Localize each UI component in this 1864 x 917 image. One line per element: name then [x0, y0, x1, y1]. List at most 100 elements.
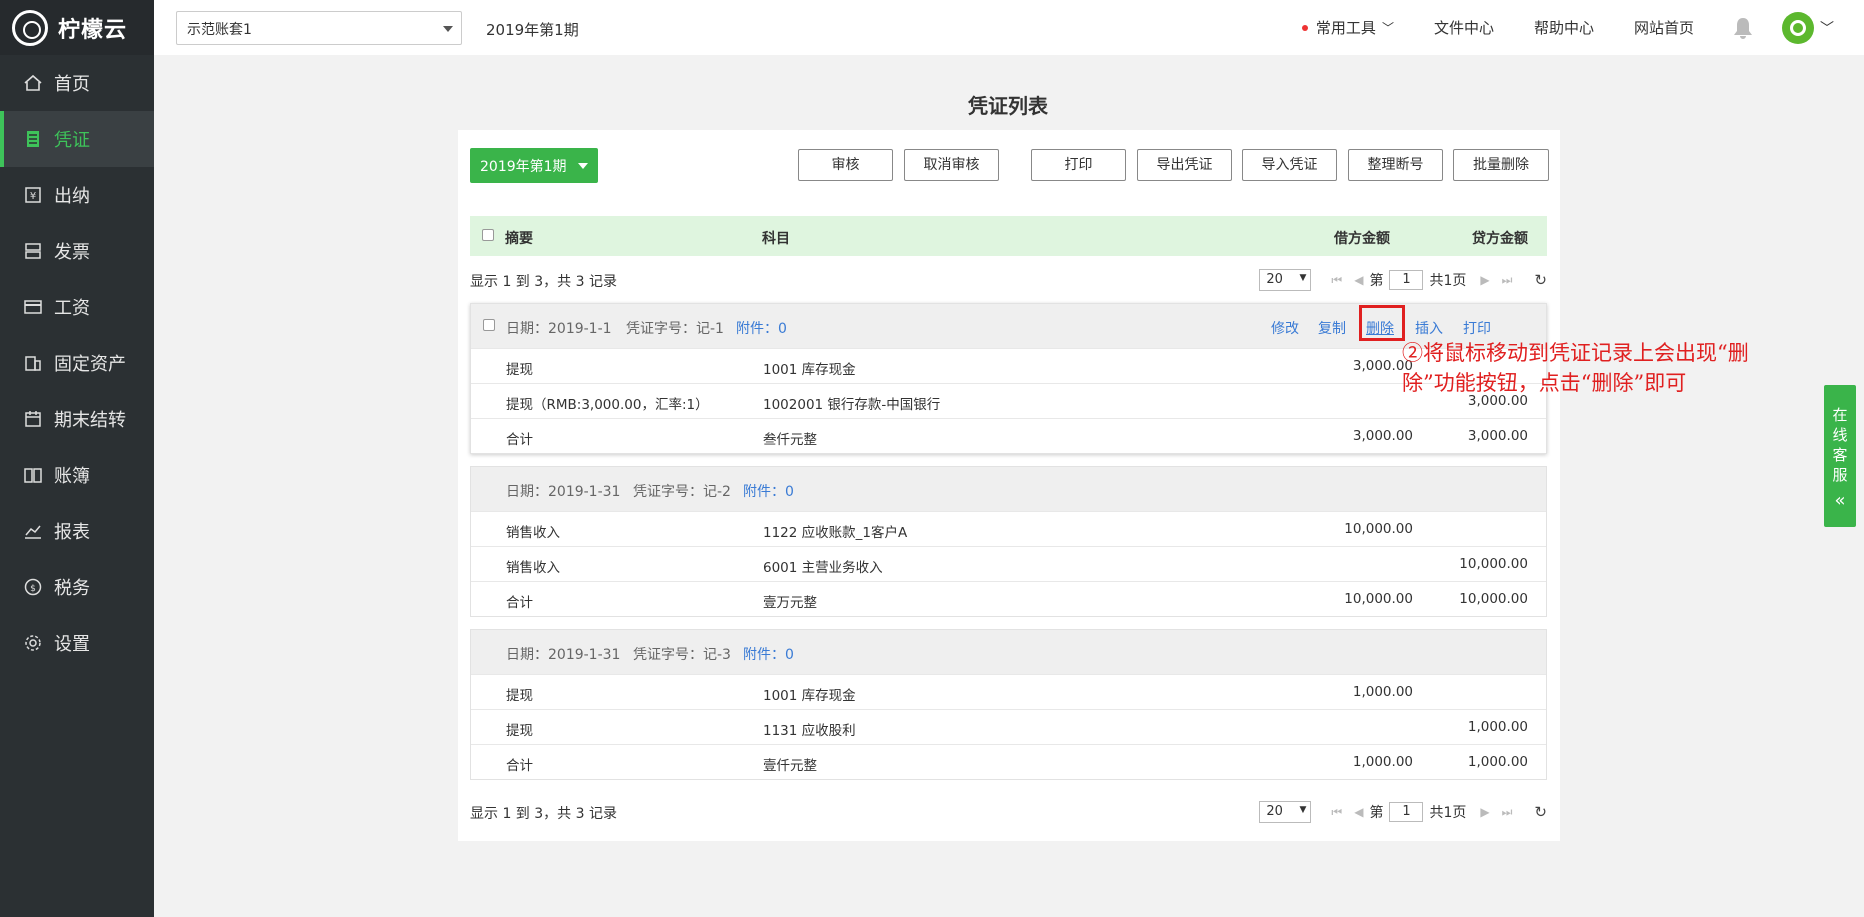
site-home-link[interactable]: 网站首页	[1634, 17, 1694, 38]
help-center-link[interactable]: 帮助中心	[1534, 17, 1594, 38]
renumber-button[interactable]: 整理断号	[1348, 149, 1443, 181]
entry-subject: 壹仟元整	[763, 758, 817, 774]
voucher-entry-row: 提现 1001 库存现金 3,000.00	[471, 348, 1546, 383]
print-link[interactable]: 打印	[1463, 318, 1491, 338]
page-size-select[interactable]: 20	[1259, 269, 1312, 291]
entry-summary: 合计	[506, 758, 533, 774]
bell-icon[interactable]	[1732, 16, 1754, 40]
last-page-icon[interactable]: ⏭	[1502, 805, 1513, 820]
first-page-icon[interactable]: ⏮	[1331, 805, 1342, 820]
common-tools-label: 常用工具	[1315, 19, 1376, 37]
online-service-tab[interactable]: 在线客服 «	[1824, 385, 1856, 527]
top-links: 常用工具 ﹀ 文件中心 帮助中心 网站首页 ﹀	[1301, 0, 1834, 55]
voucher-card[interactable]: 日期：2019-1-31 凭证字号：记-2 附件：0 销售收入 1122 应收账…	[470, 466, 1547, 617]
sidebar-item-cashier[interactable]: ¥ 出纳	[0, 167, 154, 223]
entry-debit: 1,000.00	[1352, 684, 1413, 700]
table-header: 摘要 科目 借方金额 贷方金额	[470, 216, 1547, 256]
pagination-bottom: 显示 1 到 3，共 3 记录 20 ⏮ ◀ 第 1 共1页 ▶ ⏭ ↻	[470, 797, 1547, 827]
sidebar-item-fixed-assets[interactable]: 固定资产	[0, 335, 154, 391]
edit-link[interactable]: 修改	[1271, 318, 1299, 338]
sidebar-item-reports[interactable]: 报表	[0, 503, 154, 559]
print-button[interactable]: 打印	[1031, 149, 1126, 181]
entry-subject: 壹万元整	[763, 595, 817, 611]
voucher-date: 日期：2019-1-31	[506, 647, 621, 663]
common-tools-menu[interactable]: 常用工具 ﹀	[1301, 17, 1394, 38]
batch-delete-button[interactable]: 批量删除	[1453, 149, 1549, 181]
page-size-select[interactable]: 20	[1259, 801, 1312, 823]
voucher-attachments[interactable]: 附件：0	[743, 644, 794, 664]
calendar-icon	[22, 408, 44, 430]
voucher-attachments[interactable]: 附件：0	[736, 318, 787, 338]
period-dropdown-button[interactable]: 2019年第1期	[470, 148, 598, 183]
prev-page-icon[interactable]: ◀	[1354, 273, 1363, 287]
export-voucher-button[interactable]: 导出凭证	[1137, 149, 1232, 181]
refresh-icon[interactable]: ↻	[1534, 803, 1547, 821]
avatar[interactable]	[1782, 11, 1814, 44]
sidebar-item-label: 期末结转	[54, 410, 126, 431]
voucher-icon	[22, 128, 44, 150]
record-summary: 显示 1 到 3，共 3 记录	[470, 806, 617, 822]
last-page-icon[interactable]: ⏭	[1502, 273, 1513, 288]
refresh-icon[interactable]: ↻	[1534, 271, 1547, 289]
book-icon	[22, 464, 44, 486]
audit-button[interactable]: 审核	[798, 149, 893, 181]
column-credit: 贷方金额	[1472, 231, 1528, 247]
voucher-number: 凭证字号：记-3	[633, 647, 731, 663]
file-center-link[interactable]: 文件中心	[1434, 17, 1494, 38]
tutorial-annotation: ②将鼠标移动到凭证记录上会出现“删 除”功能按钮，点击“删除”即可	[1402, 338, 1749, 398]
voucher-date: 日期：2019-1-1	[506, 321, 612, 337]
voucher-date: 日期：2019-1-31	[506, 484, 621, 500]
logo[interactable]: 柠檬云	[0, 0, 154, 55]
sidebar-item-label: 出纳	[54, 186, 90, 207]
voucher-attachments[interactable]: 附件：0	[743, 481, 794, 501]
select-all-checkbox[interactable]	[482, 229, 494, 241]
sidebar-item-period-close[interactable]: 期末结转	[0, 391, 154, 447]
entry-subject: 1122 应收账款_1客户A	[763, 525, 908, 541]
voucher-checkbox[interactable]	[483, 319, 495, 331]
entry-subject: 1131 应收股利	[763, 723, 856, 739]
top-header: 示范账套1 2019年第1期 常用工具 ﹀ 文件中心 帮助中心 网站首页 ﹀	[154, 0, 1864, 55]
current-period: 2019年第1期	[486, 21, 579, 39]
entry-subject: 叁仟元整	[763, 432, 817, 448]
voucher-list-panel: 2019年第1期 审核 取消审核 打印 导出凭证 导入凭证 整理断号 批量删除 …	[458, 130, 1560, 841]
pager: 20 ⏮ ◀ 第 1 共1页 ▶ ⏭ ↻	[1259, 265, 1547, 295]
account-select[interactable]: 示范账套1	[176, 11, 462, 45]
logo-text: 柠檬云	[58, 17, 128, 43]
entry-summary: 合计	[506, 432, 533, 448]
total-pages: 共1页	[1429, 805, 1467, 821]
voucher-card[interactable]: 日期：2019-1-31 凭证字号：记-3 附件：0 提现 1001 库存现金 …	[470, 629, 1547, 780]
salary-icon	[22, 296, 44, 318]
copy-link[interactable]: 复制	[1318, 318, 1346, 338]
voucher-number: 凭证字号：记-1	[626, 321, 724, 337]
sidebar-item-label: 固定资产	[54, 354, 126, 375]
prev-page-icon[interactable]: ◀	[1354, 805, 1363, 819]
sidebar-item-label: 报表	[54, 522, 90, 543]
sidebar-item-label: 工资	[54, 298, 90, 319]
sidebar-item-tax[interactable]: $ 税务	[0, 559, 154, 615]
next-page-icon[interactable]: ▶	[1480, 273, 1489, 287]
page-number-input[interactable]: 1	[1389, 802, 1424, 822]
annotation-line-1: ②将鼠标移动到凭证记录上会出现“删	[1402, 341, 1749, 365]
next-page-icon[interactable]: ▶	[1480, 805, 1489, 819]
sidebar-item-salary[interactable]: 工资	[0, 279, 154, 335]
chart-icon	[22, 520, 44, 542]
entry-debit: 10,000.00	[1344, 591, 1413, 607]
online-service-label: 在线客服	[1832, 406, 1848, 484]
insert-link[interactable]: 插入	[1415, 318, 1443, 338]
column-summary: 摘要	[505, 231, 533, 247]
sidebar-item-voucher[interactable]: 凭证	[0, 111, 154, 167]
column-debit: 借方金额	[1334, 231, 1390, 247]
first-page-icon[interactable]: ⏮	[1331, 273, 1342, 288]
chevron-down-icon[interactable]: ﹀	[1820, 18, 1834, 38]
cancel-audit-button[interactable]: 取消审核	[904, 149, 999, 181]
page-number-input[interactable]: 1	[1389, 270, 1424, 290]
column-subject: 科目	[762, 231, 790, 247]
sidebar-item-invoice[interactable]: 发票	[0, 223, 154, 279]
entry-credit: 10,000.00	[1459, 591, 1528, 607]
sidebar-item-settings[interactable]: 设置	[0, 615, 154, 671]
import-voucher-button[interactable]: 导入凭证	[1242, 149, 1337, 181]
caret-down-icon	[443, 26, 453, 32]
sidebar-item-ledger[interactable]: 账簿	[0, 447, 154, 503]
entry-credit: 3,000.00	[1467, 428, 1528, 444]
delete-highlight-box	[1359, 305, 1405, 341]
